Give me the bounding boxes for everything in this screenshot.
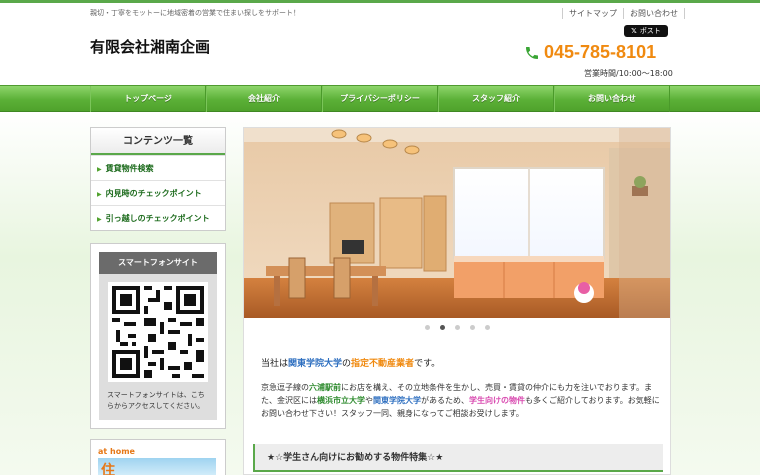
post-label: ポスト: [639, 27, 661, 35]
desc-text: や: [365, 396, 373, 405]
smartphone-site-box: スマートフォンサイト スマートフォンサイトは、こちらからアクセスしてください。: [90, 243, 226, 429]
kanto-gakuin-highlight: 関東学院大学: [373, 396, 421, 405]
intro-line: 当社は関東学院大学の指定不動産業者です。: [261, 356, 440, 369]
contact-link[interactable]: お問い合わせ: [623, 8, 685, 19]
slider-dot[interactable]: [469, 325, 475, 330]
company-name: 有限会社湘南企画: [90, 38, 211, 56]
sidebar: コンテンツ一覧 ▶ 賃貸物件検索 ▶ 内見時のチェックポイント ▶ 引っ越しのチェック…: [90, 127, 226, 475]
smartphone-site-title: スマートフォンサイト: [99, 252, 217, 274]
triangle-right-icon: ▶: [97, 166, 102, 173]
global-nav: トップページ 会社紹介 プライバシーポリシー スタッフ紹介 お問い合わせ: [0, 85, 760, 112]
qr-code-icon[interactable]: [108, 282, 208, 382]
phone-number[interactable]: 045-785-8101: [524, 42, 656, 63]
university-highlight: 関東学院大学: [288, 359, 343, 369]
intro-text: 当社は: [261, 359, 289, 369]
main-content: 当社は関東学院大学の指定不動産業者です。 京急逗子線の六浦駅前にお店を構え、その…: [243, 127, 671, 475]
sidebar-item-label: 引っ越しのチェックポイント: [105, 214, 210, 223]
nav-contact[interactable]: お問い合わせ: [554, 86, 670, 112]
company-description: 京急逗子線の六浦駅前にお店を構え、その立地条件を生かし、売買・賃貸の仲介にも力を…: [261, 381, 661, 420]
nav-company[interactable]: 会社紹介: [206, 86, 322, 112]
nav-privacy-policy[interactable]: プライバシーポリシー: [322, 86, 438, 112]
athome-banner[interactable]: at home 住: [90, 439, 226, 475]
triangle-right-icon: ▶: [97, 191, 102, 198]
nav-top-page[interactable]: トップページ: [90, 86, 206, 112]
slider-dot[interactable]: [424, 325, 430, 330]
site-tagline: 親切・丁寧をモットーに地域密着の営業で住まい探しをサポート！: [90, 9, 300, 17]
slider-pagination: [244, 325, 670, 330]
contents-title: コンテンツ一覧: [91, 128, 225, 155]
sidebar-item-label: 内見時のチェックポイント: [105, 189, 202, 198]
x-post-button[interactable]: 𝕏 ポスト: [624, 25, 668, 37]
sidebar-item-moving-checkpoints[interactable]: ▶ 引っ越しのチェックポイント: [91, 205, 225, 230]
smartphone-site-text: スマートフォンサイトは、こちらからアクセスしてください。: [107, 391, 205, 410]
desc-text: があるため、: [421, 396, 469, 405]
sitemap-link[interactable]: サイトマップ: [562, 8, 623, 19]
athome-banner-image: [98, 458, 216, 475]
nav-staff[interactable]: スタッフ紹介: [438, 86, 554, 112]
intro-text: です。: [414, 359, 441, 369]
desc-text: 京急逗子線の: [261, 383, 309, 392]
kitchen-photo: [244, 128, 670, 318]
phone-number-text: 045-785-8101: [544, 42, 657, 62]
header-links: サイトマップ お問い合わせ: [562, 8, 685, 19]
top-accent-line: [0, 0, 760, 3]
sidebar-item-label: 賃貸物件検索: [105, 164, 154, 173]
athome-banner-text: 住: [101, 463, 115, 475]
designated-agent-highlight: 指定不動産業者: [351, 359, 415, 369]
slider-dot-active[interactable]: [439, 325, 445, 330]
sidebar-item-rental-search[interactable]: ▶ 賃貸物件検索: [91, 155, 225, 180]
student-feature-heading: ★☆学生さん向けにお勧めする物件特集☆★: [253, 444, 663, 472]
station-highlight: 六浦駅前: [309, 383, 341, 392]
hero-slider-image[interactable]: [244, 128, 670, 318]
yokohama-university-highlight: 横浜市立大学: [317, 396, 365, 405]
athome-logo: at home: [98, 447, 135, 456]
triangle-right-icon: ▶: [97, 216, 102, 223]
phone-icon: [526, 46, 538, 59]
slider-dot[interactable]: [454, 325, 460, 330]
slider-dot[interactable]: [484, 325, 490, 330]
contents-box: コンテンツ一覧 ▶ 賃貸物件検索 ▶ 内見時のチェックポイント ▶ 引っ越しのチェック…: [90, 127, 226, 231]
student-property-highlight: 学生向けの物件: [469, 396, 525, 405]
sidebar-item-viewing-checkpoints[interactable]: ▶ 内見時のチェックポイント: [91, 180, 225, 205]
business-hours: 営業時間/10:00～18:00: [584, 69, 673, 78]
x-logo-icon: 𝕏: [631, 27, 637, 35]
intro-text: の: [342, 359, 352, 369]
